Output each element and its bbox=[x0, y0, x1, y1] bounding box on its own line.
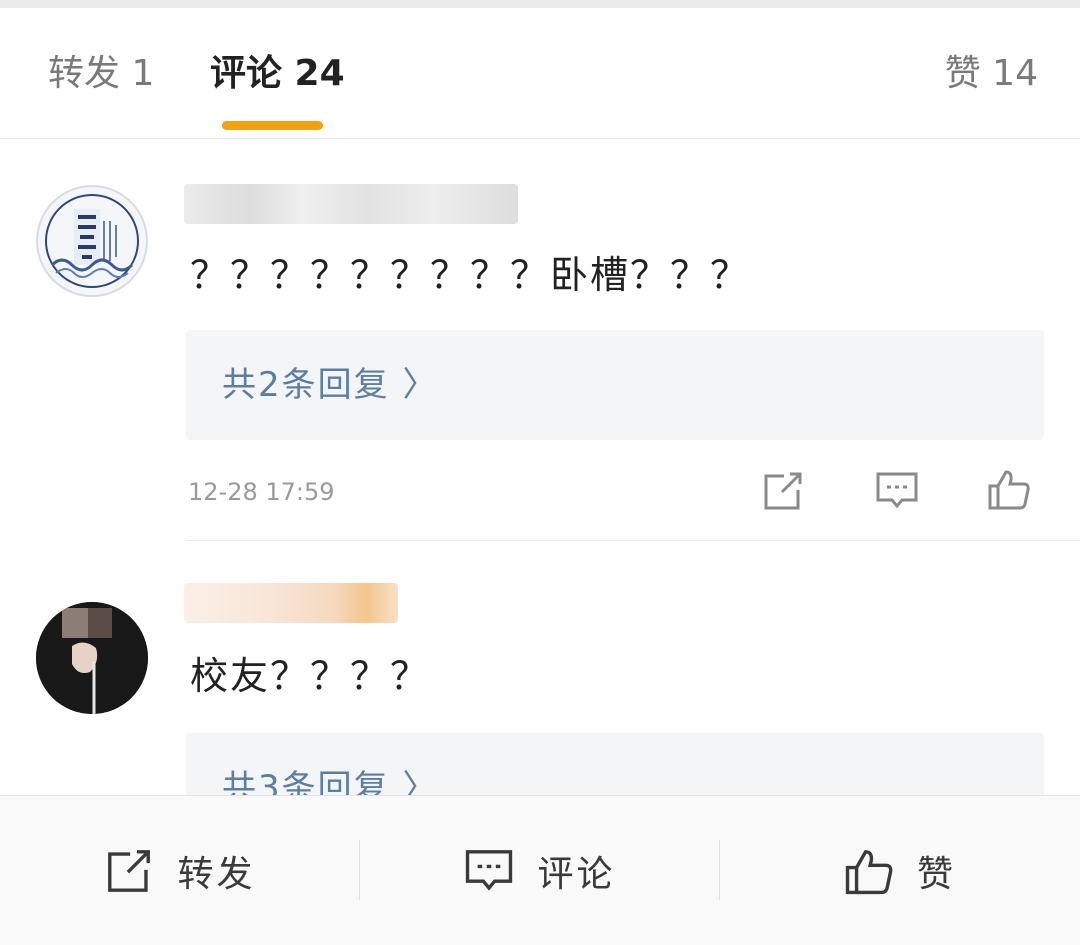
active-tab-indicator bbox=[222, 121, 323, 130]
tab-bar: 转发 1 评论 24 赞 14 bbox=[0, 8, 1080, 139]
tab-repost[interactable]: 转发 1 bbox=[48, 52, 154, 96]
avatar[interactable] bbox=[36, 185, 148, 297]
thumbs-up-icon[interactable] bbox=[986, 466, 1032, 512]
repost-button[interactable]: 转发 bbox=[0, 796, 359, 945]
comment-timestamp: 12-28 17:59 bbox=[188, 478, 335, 506]
avatar-photo-icon bbox=[36, 602, 148, 714]
thumbs-up-icon bbox=[845, 849, 893, 894]
comment-item: 校友？？？？ 共3条回复 〉 bbox=[0, 541, 1080, 843]
share-icon bbox=[108, 849, 151, 892]
tab-likes[interactable]: 赞 14 bbox=[945, 52, 1038, 96]
comment-text: 校友？？？？ bbox=[190, 654, 431, 698]
like-button[interactable]: 赞 bbox=[720, 796, 1079, 945]
comment-button[interactable]: 评论 bbox=[360, 796, 719, 945]
repost-label: 转发 bbox=[177, 853, 256, 895]
comment-icon[interactable] bbox=[874, 468, 920, 514]
tab-comments[interactable]: 评论 24 bbox=[210, 52, 345, 96]
reply-box[interactable]: 共2条回复 〉 bbox=[186, 330, 1044, 440]
top-strip bbox=[0, 0, 1080, 8]
comment-icon bbox=[466, 849, 513, 891]
username-blurred[interactable] bbox=[184, 184, 518, 224]
bottom-action-bar: 转发 评论 赞 bbox=[0, 795, 1080, 945]
comment-label: 评论 bbox=[537, 853, 616, 895]
view-replies-link[interactable]: 共2条回复 〉 bbox=[222, 360, 438, 410]
comment-item: ？？？？？？？？？卧槽？？？ 共2条回复 〉 12-28 17:59 bbox=[0, 140, 1080, 541]
comment-text: ？？？？？？？？？卧槽？？？ bbox=[190, 253, 751, 297]
like-label: 赞 bbox=[916, 853, 956, 895]
avatar[interactable] bbox=[36, 602, 148, 714]
avatar-seal-icon bbox=[45, 194, 139, 288]
share-icon[interactable] bbox=[760, 468, 806, 514]
username-blurred[interactable] bbox=[184, 583, 398, 623]
